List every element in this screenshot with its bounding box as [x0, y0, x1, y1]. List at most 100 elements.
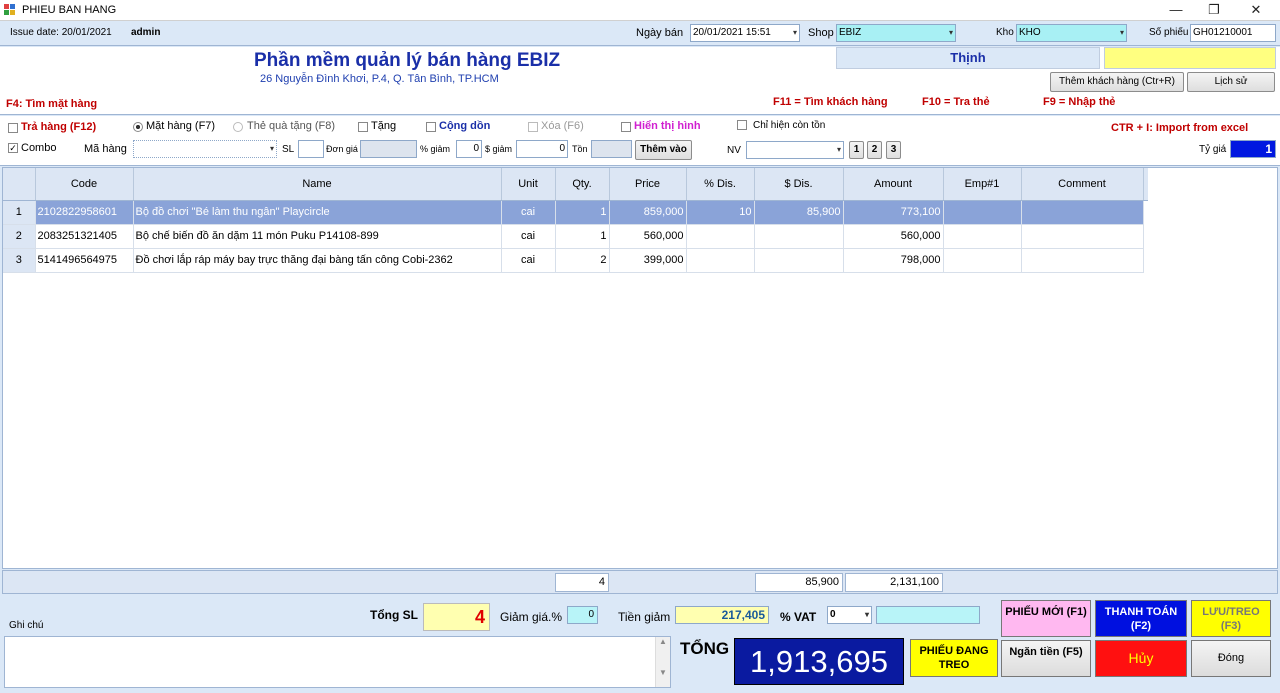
customer-name[interactable]: Thịnh [836, 47, 1100, 69]
cell-code[interactable]: 2083251321405 [35, 224, 134, 249]
cell-qty[interactable]: 1 [555, 200, 610, 225]
ton-field [591, 140, 632, 158]
tang-checkbox[interactable] [358, 122, 368, 132]
cell-comment[interactable] [1021, 248, 1144, 273]
huy-button[interactable]: Hủy [1095, 640, 1187, 677]
chevron-down-icon: ▾ [269, 144, 274, 153]
them-vao-button[interactable]: Thêm vào [635, 140, 692, 160]
ngay-ban-picker[interactable]: 20/01/2021 15:51 ▾ [690, 24, 800, 42]
minimize-button[interactable]: — [1157, 0, 1195, 21]
cell-emp[interactable] [943, 200, 1022, 225]
col-unit[interactable]: Unit [501, 168, 556, 201]
cell-emp[interactable] [943, 248, 1022, 273]
cell-name[interactable]: Bộ chế biến đồ ăn dặm 11 món Puku P14108… [133, 224, 502, 249]
mat-hang-radio[interactable] [133, 122, 143, 132]
cell-pct-dis[interactable]: 10 [686, 200, 755, 225]
hien-thi-hinh-checkbox[interactable] [621, 122, 631, 132]
nv-1-button[interactable]: 1 [849, 141, 864, 159]
tang-label: Tặng [371, 120, 397, 132]
so-phieu-field[interactable]: GH01210001 [1190, 24, 1276, 42]
restore-button[interactable]: ❐ [1195, 0, 1233, 21]
cell-pct-dis[interactable] [686, 248, 755, 273]
cell-name[interactable]: Đồ chơi lắp ráp máy bay trực thăng đại b… [133, 248, 502, 273]
col-price[interactable]: Price [609, 168, 687, 201]
cell-name[interactable]: Bộ đồ chơi "Bé làm thu ngân" Playcircle [133, 200, 502, 225]
luu-treo-button[interactable]: LƯU/TREO (F3) [1191, 600, 1271, 637]
row-filler [1143, 200, 1148, 224]
col-code[interactable]: Code [35, 168, 134, 201]
chevron-down-icon: ▾ [792, 28, 797, 37]
cell-unit[interactable]: cai [501, 248, 556, 273]
items-grid[interactable]: Code Name Unit Qty. Price % Dis. $ Dis. … [2, 167, 1278, 569]
shop-select[interactable]: EBIZ ▾ [836, 24, 956, 42]
table-row[interactable]: 1 2102822958601 Bộ đồ chơi "Bé làm thu n… [3, 200, 1148, 225]
ty-gia-input[interactable]: 1 [1230, 140, 1276, 158]
combo-checkbox[interactable]: ✓ [8, 143, 18, 153]
cell-code[interactable]: 2102822958601 [35, 200, 134, 225]
table-row[interactable]: 3 5141496564975 Đồ chơi lắp ráp máy bay … [3, 248, 1148, 273]
don-gia-label: Đơn giá [326, 144, 358, 154]
cell-qty[interactable]: 2 [555, 248, 610, 273]
ghi-chu-textarea[interactable]: ▲ ▼ [4, 636, 671, 688]
cell-price[interactable]: 560,000 [609, 224, 687, 249]
history-button[interactable]: Lịch sử [1187, 72, 1275, 92]
cell-amount[interactable]: 798,000 [843, 248, 944, 273]
cell-amount[interactable]: 560,000 [843, 224, 944, 249]
cell-qty[interactable]: 1 [555, 224, 610, 249]
cell-d-dis[interactable] [754, 224, 844, 249]
cell-emp[interactable] [943, 224, 1022, 249]
vat-select[interactable]: 0 ▾ [827, 606, 872, 624]
phieu-moi-button[interactable]: PHIẾU MỚI (F1) [1001, 600, 1091, 637]
col-pct-dis[interactable]: % Dis. [686, 168, 755, 201]
ngan-tien-button[interactable]: Ngăn tiền (F5) [1001, 640, 1091, 677]
col-qty[interactable]: Qty. [555, 168, 610, 201]
address: 26 Nguyễn Đình Khơi, P.4, Q. Tân Bình, T… [260, 73, 499, 85]
cell-price[interactable]: 859,000 [609, 200, 687, 225]
cell-comment[interactable] [1021, 200, 1144, 225]
vat-amount-field [876, 606, 980, 624]
tien-giam-field[interactable]: 217,405 [675, 606, 769, 624]
nv-select[interactable]: ▾ [746, 141, 844, 159]
phieu-dang-treo-button[interactable]: PHIẾU ĐANG TREO [910, 639, 998, 677]
scroll-down-icon[interactable]: ▼ [656, 668, 670, 677]
add-customer-button[interactable]: Thêm khách hàng (Ctr+R) [1050, 72, 1184, 92]
note-scrollbar[interactable]: ▲ ▼ [655, 637, 670, 687]
cell-pct-dis[interactable] [686, 224, 755, 249]
cong-don-checkbox[interactable] [426, 122, 436, 132]
footer-panel: Ghi chú ▲ ▼ Tổng SL 4 Giảm giá.% 0 Tiền g… [0, 596, 1280, 693]
close-button[interactable]: ✕ [1237, 0, 1275, 21]
cell-d-dis[interactable]: 85,900 [754, 200, 844, 225]
d-giam-label: $ giảm [485, 144, 513, 154]
customer-info-field[interactable] [1104, 47, 1276, 69]
cell-comment[interactable] [1021, 224, 1144, 249]
cell-price[interactable]: 399,000 [609, 248, 687, 273]
cell-d-dis[interactable] [754, 248, 844, 273]
col-name[interactable]: Name [133, 168, 502, 201]
cell-unit[interactable]: cai [501, 200, 556, 225]
tra-hang-checkbox[interactable] [8, 123, 18, 133]
cell-unit[interactable]: cai [501, 224, 556, 249]
dong-button[interactable]: Đóng [1191, 640, 1271, 677]
col-comment[interactable]: Comment [1021, 168, 1144, 201]
the-qua-tang-radio[interactable] [233, 122, 243, 132]
pct-giam-input[interactable]: 0 [456, 140, 482, 158]
ma-hang-combobox[interactable]: ▾ [133, 140, 277, 158]
chi-hien-con-ton-checkbox[interactable] [737, 120, 747, 130]
col-emp1[interactable]: Emp#1 [943, 168, 1022, 201]
col-amount[interactable]: Amount [843, 168, 944, 201]
cell-amount[interactable]: 773,100 [843, 200, 944, 225]
d-giam-input[interactable]: 0 [516, 140, 568, 158]
cell-code[interactable]: 5141496564975 [35, 248, 134, 273]
tong-label: TỔNG [680, 639, 730, 658]
nv-3-button[interactable]: 3 [886, 141, 901, 159]
table-row[interactable]: 2 2083251321405 Bộ chế biến đồ ăn dặm 11… [3, 224, 1148, 249]
scroll-up-icon[interactable]: ▲ [656, 637, 670, 646]
thanh-toan-button[interactable]: THANH TOÁN (F2) [1095, 600, 1187, 637]
sl-input[interactable] [298, 140, 324, 158]
nv-2-button[interactable]: 2 [867, 141, 882, 159]
giam-gia-input[interactable]: 0 [567, 606, 598, 624]
don-gia-input[interactable] [360, 140, 417, 158]
kho-select[interactable]: KHO ▾ [1016, 24, 1127, 42]
xoa-checkbox[interactable] [528, 122, 538, 132]
col-d-dis[interactable]: $ Dis. [754, 168, 844, 201]
